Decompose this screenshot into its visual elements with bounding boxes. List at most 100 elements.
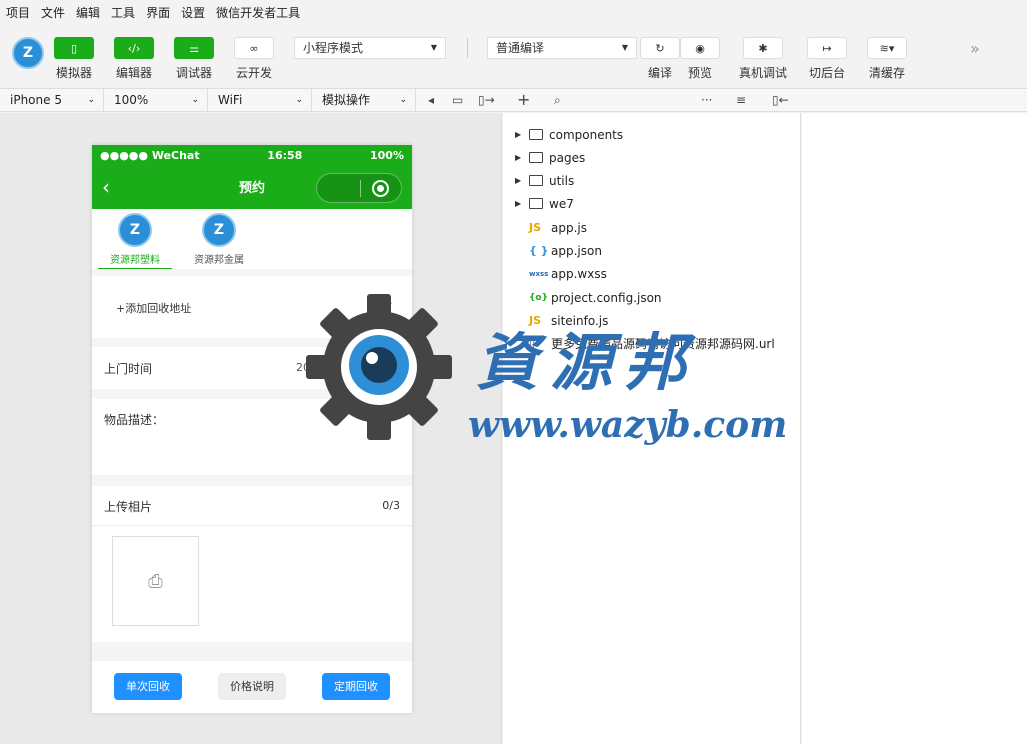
cloud-dev-button[interactable]: ∞ xyxy=(234,37,274,59)
price-info-button[interactable]: 价格说明 xyxy=(218,673,286,700)
layers-icon: ≋▾ xyxy=(879,41,895,55)
user-avatar-icon[interactable]: Z xyxy=(12,37,44,69)
sliders-icon: ⚌ xyxy=(189,41,199,55)
compile-mode-value: 普通编译 xyxy=(496,41,545,55)
cloud-link-icon: ∞ xyxy=(249,41,259,55)
debugger-label: 调试器 xyxy=(175,66,212,80)
upload-area: ⎙ xyxy=(92,526,412,642)
upload-header: 上传相片 0/3 xyxy=(92,486,412,526)
editor-panel xyxy=(802,113,1027,744)
phone-screen: ●●●●● WeChat 16:58 100% ‹ 预约 Z 资源邦塑料 Z 资… xyxy=(92,145,412,713)
toolbar-divider xyxy=(467,38,468,58)
folder-icon xyxy=(529,129,543,140)
exit-arrow-icon: ↦ xyxy=(822,41,832,55)
remote-debug-label: 真机调试 xyxy=(738,66,787,80)
carrier-text: ●●●●● WeChat xyxy=(100,148,200,162)
item-description-field[interactable]: 物品描述： xyxy=(92,399,412,475)
menu-bar: 项目 文件 编辑 工具 界面 设置 微信开发者工具 xyxy=(0,0,1027,25)
caret-right-icon: ▶ xyxy=(515,199,522,208)
remote-debug-button[interactable]: ✱ xyxy=(743,37,783,59)
json-file-icon: { } xyxy=(529,244,549,257)
folder-icon xyxy=(529,152,543,163)
brand-logo-icon: Z xyxy=(202,213,236,247)
menu-item-settings[interactable]: 设置 xyxy=(181,4,205,21)
visit-time-value: 2019-08-2 xyxy=(296,361,353,374)
detach-icon[interactable]: ▯→ xyxy=(478,89,495,111)
hide-tree-icon[interactable]: ▯← xyxy=(772,89,789,111)
js-file-icon: JS xyxy=(529,314,542,327)
search-icon[interactable]: ⌕ xyxy=(554,89,561,111)
menu-item-project[interactable]: 项目 xyxy=(6,4,30,21)
preview-button[interactable]: ◉ xyxy=(680,37,720,59)
caret-down-icon: ▼ xyxy=(621,43,628,52)
main-toolbar: Z ▯ 模拟器 ‹/› 编辑器 ⚌ 调试器 ∞ 云开发 小程序模式 ▼ 普通编译… xyxy=(0,25,1027,88)
simulator-label: 模拟器 xyxy=(55,66,92,80)
config-file-icon: {o} xyxy=(529,293,548,303)
simulator-toggle-button[interactable]: ▯ xyxy=(54,37,94,59)
tree-item-label: components xyxy=(549,128,624,142)
refresh-icon: ↻ xyxy=(655,41,665,55)
operation-select-value: 模拟操作 xyxy=(322,93,371,107)
mode-select-value: 小程序模式 xyxy=(303,41,364,55)
preview-label: 预览 xyxy=(687,66,712,80)
tree-item-label: 更多免费精品源码请访问资源邦源码网.url xyxy=(551,337,775,351)
background-button[interactable]: ↦ xyxy=(807,37,847,59)
editor-label: 编辑器 xyxy=(115,66,152,80)
close-target-icon[interactable] xyxy=(372,180,389,197)
menu-item-edit[interactable]: 编辑 xyxy=(76,4,100,21)
visit-time-row[interactable]: 上门时间 2019-08-2 xyxy=(92,347,412,389)
brand-logo-icon: Z xyxy=(118,213,152,247)
tab-plastic[interactable]: Z 资源邦塑料 xyxy=(96,213,174,269)
zoom-select[interactable]: 100% ⌄ xyxy=(104,89,208,111)
menu-item-file[interactable]: 文件 xyxy=(41,4,65,21)
menu-item-devtools[interactable]: 微信开发者工具 xyxy=(216,4,300,21)
regular-recycle-button[interactable]: 定期回收 xyxy=(322,673,390,700)
tree-item-label: pages xyxy=(549,151,586,165)
compile-mode-select[interactable]: 普通编译 ▼ xyxy=(487,37,637,59)
device-select[interactable]: iPhone 5 ⌄ xyxy=(0,89,104,111)
menu-item-tools[interactable]: 工具 xyxy=(111,4,135,21)
collapse-all-icon[interactable]: ≡ xyxy=(736,89,746,111)
battery-text: 100% xyxy=(370,148,404,162)
menu-item-view[interactable]: 界面 xyxy=(146,4,170,21)
visit-time-label: 上门时间 xyxy=(104,362,153,376)
single-recycle-button[interactable]: 单次回收 xyxy=(114,673,182,700)
eye-icon: ◉ xyxy=(695,41,705,55)
window-icon[interactable]: ▭ xyxy=(452,89,463,111)
bug-icon: ✱ xyxy=(758,41,768,55)
double-chevron-right-icon[interactable]: » xyxy=(970,39,980,58)
tree-item-label: app.js xyxy=(551,221,587,235)
phone-nav-bar: ‹ 预约 xyxy=(92,165,412,209)
chevron-down-icon: ⌄ xyxy=(295,95,303,105)
tab-metal[interactable]: Z 资源邦金属 xyxy=(180,213,258,266)
volume-icon[interactable]: ◂ xyxy=(428,89,434,111)
clear-cache-button[interactable]: ≋▾ xyxy=(867,37,907,59)
address-row[interactable]: +添加回收地址 › xyxy=(92,276,412,338)
caret-right-icon: ▶ xyxy=(515,176,522,185)
file-tree: ▶ components ▶ pages ▶ utils ▶ we7 JS ap… xyxy=(503,113,801,744)
tree-item-label: project.config.json xyxy=(551,291,662,305)
wxss-file-icon: wxss xyxy=(529,270,549,278)
operation-select[interactable]: 模拟操作 ⌄ xyxy=(312,89,416,111)
network-select[interactable]: WiFi ⌄ xyxy=(208,89,312,111)
editor-toggle-button[interactable]: ‹/› xyxy=(114,37,154,59)
capsule-divider xyxy=(360,180,361,197)
item-description-label: 物品描述： xyxy=(104,413,165,427)
add-photo-button[interactable]: ⎙ xyxy=(112,536,199,626)
tree-item-label: utils xyxy=(549,174,575,188)
caret-right-icon: ▶ xyxy=(515,130,522,139)
mode-select[interactable]: 小程序模式 ▼ xyxy=(294,37,446,59)
more-icon[interactable]: ··· xyxy=(701,89,712,111)
compile-button[interactable]: ↻ xyxy=(640,37,680,59)
zoom-select-value: 100% xyxy=(114,93,149,107)
tab-label: 资源邦塑料 xyxy=(110,255,160,266)
debugger-toggle-button[interactable]: ⚌ xyxy=(174,37,214,59)
menu-capsule[interactable] xyxy=(316,173,402,203)
tab-label: 资源邦金属 xyxy=(194,255,244,266)
add-file-icon[interactable]: + xyxy=(517,89,530,111)
device-select-value: iPhone 5 xyxy=(10,93,62,107)
clear-cache-label: 清缓存 xyxy=(868,66,905,80)
simulator-panel: ●●●●● WeChat 16:58 100% ‹ 预约 Z 资源邦塑料 Z 资… xyxy=(0,113,502,744)
phone-status-bar: ●●●●● WeChat 16:58 100% xyxy=(92,145,412,165)
phone-icon: ▯ xyxy=(70,41,78,55)
